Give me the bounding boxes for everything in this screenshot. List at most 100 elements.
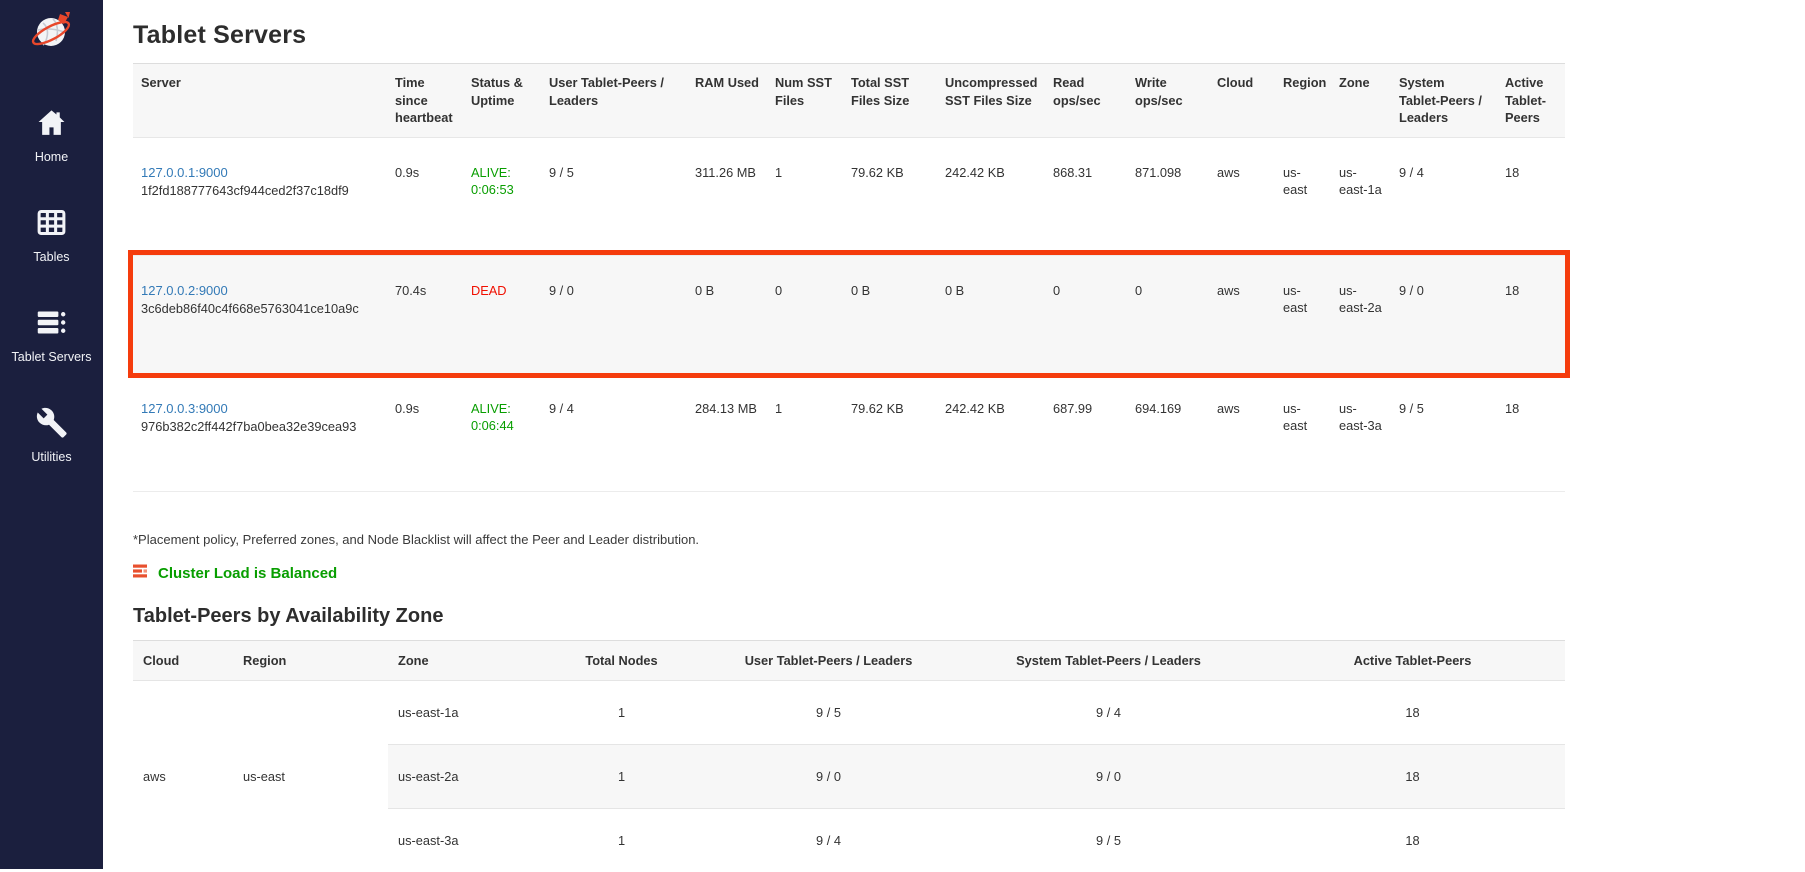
cell-active-peers: 18 xyxy=(1260,808,1565,872)
server-row-3: 127.0.0.3:9000 976b382c2ff442f7ba0bea32e… xyxy=(133,373,1565,491)
cell-ram: 284.13 MB xyxy=(687,373,767,491)
sidebar-item-tables[interactable]: Tables xyxy=(0,206,103,264)
cell-read-ops: 868.31 xyxy=(1045,137,1127,255)
cell-region: us-east xyxy=(233,680,388,872)
cell-total-nodes: 1 xyxy=(543,808,700,872)
cell-ram: 311.26 MB xyxy=(687,137,767,255)
cluster-status-text: Cluster Load is Balanced xyxy=(158,565,337,582)
server-address-link[interactable]: 127.0.0.2:9000 xyxy=(141,283,228,298)
cell-write-ops: 871.098 xyxy=(1127,137,1209,255)
cell-region: us-east xyxy=(1275,255,1331,373)
placement-policy-note: *Placement policy, Preferred zones, and … xyxy=(133,532,1805,547)
cell-heartbeat: 0.9s xyxy=(387,137,463,255)
status-text: ALIVE: xyxy=(471,164,533,182)
server-row-1: 127.0.0.1:9000 1f2fd188777643cf944ced2f3… xyxy=(133,137,1565,255)
cell-heartbeat: 0.9s xyxy=(387,373,463,491)
cell-total-nodes: 1 xyxy=(543,680,700,744)
cell-heartbeat: 70.4s xyxy=(387,255,463,373)
tables-icon xyxy=(35,206,68,244)
server-address-link[interactable]: 127.0.0.1:9000 xyxy=(141,165,228,180)
cell-status: ALIVE: 0:06:44 xyxy=(463,373,541,491)
cell-user-peers: 9 / 5 xyxy=(700,680,957,744)
cell-zone: us-east-3a xyxy=(1331,373,1391,491)
col-active-peers: Active Tablet-Peers xyxy=(1497,64,1565,138)
availability-zone-table: Cloud Region Zone Total Nodes User Table… xyxy=(133,640,1565,872)
yugabyte-logo-icon[interactable] xyxy=(29,8,75,54)
servers-header-row: Server Time since heartbeat Status & Upt… xyxy=(133,64,1565,138)
sidebar-item-label: Tablet Servers xyxy=(12,350,92,364)
sidebar-item-label: Utilities xyxy=(31,450,71,464)
col-ram-used: RAM Used xyxy=(687,64,767,138)
cell-zone: us-east-2a xyxy=(388,744,543,808)
cell-total-nodes: 1 xyxy=(543,744,700,808)
cell-user-peers: 9 / 0 xyxy=(700,744,957,808)
status-text: DEAD xyxy=(471,282,533,300)
cluster-load-status: Cluster Load is Balanced xyxy=(133,564,1805,583)
sidebar-item-tablet-servers[interactable]: Tablet Servers xyxy=(0,306,103,364)
col-status-uptime: Status & Uptime xyxy=(463,64,541,138)
col-region: Region xyxy=(1275,64,1331,138)
cell-num-sst: 1 xyxy=(767,137,843,255)
zone-row-1: aws us-east us-east-1a 1 9 / 5 9 / 4 18 xyxy=(133,680,1565,744)
cell-user-peers: 9 / 5 xyxy=(541,137,687,255)
status-text: ALIVE: xyxy=(471,400,533,418)
col-cloud: Cloud xyxy=(133,640,233,680)
cell-zone: us-east-3a xyxy=(388,808,543,872)
col-active-peers: Active Tablet-Peers xyxy=(1260,640,1565,680)
cell-sst-size: 79.62 KB xyxy=(843,137,937,255)
col-region: Region xyxy=(233,640,388,680)
cell-system-peers: 9 / 4 xyxy=(957,680,1260,744)
cell-zone: us-east-2a xyxy=(1331,255,1391,373)
sidebar: Home Tables Tablet Servers xyxy=(0,0,103,869)
cell-num-sst: 1 xyxy=(767,373,843,491)
col-read-ops: Read ops/sec xyxy=(1045,64,1127,138)
home-icon xyxy=(35,106,68,144)
col-system-peers: System Tablet-Peers / Leaders xyxy=(1391,64,1497,138)
cell-zone: us-east-1a xyxy=(388,680,543,744)
server-address-link[interactable]: 127.0.0.3:9000 xyxy=(141,401,228,416)
cell-cloud: aws xyxy=(1209,255,1275,373)
cell-cloud: aws xyxy=(133,680,233,872)
uptime-text: 0:06:44 xyxy=(471,417,533,435)
server-row-2-dead-highlighted: 127.0.0.2:9000 3c6deb86f40c4f668e5763041… xyxy=(133,255,1565,373)
server-uuid: 3c6deb86f40c4f668e5763041ce10a9c xyxy=(141,300,379,318)
cell-user-peers: 9 / 4 xyxy=(541,373,687,491)
cell-region: us-east xyxy=(1275,137,1331,255)
cell-system-peers: 9 / 5 xyxy=(1391,373,1497,491)
cell-uncompressed-sst: 242.42 KB xyxy=(937,137,1045,255)
tablet-servers-icon xyxy=(35,306,68,344)
col-cloud: Cloud xyxy=(1209,64,1275,138)
col-num-sst: Num SST Files xyxy=(767,64,843,138)
cell-uncompressed-sst: 0 B xyxy=(937,255,1045,373)
cell-active-peers: 18 xyxy=(1260,744,1565,808)
tablet-servers-table: Server Time since heartbeat Status & Upt… xyxy=(133,63,1565,492)
cell-read-ops: 0 xyxy=(1045,255,1127,373)
col-server: Server xyxy=(133,64,387,138)
col-total-nodes: Total Nodes xyxy=(543,640,700,680)
sidebar-item-utilities[interactable]: Utilities xyxy=(0,406,103,464)
cell-read-ops: 687.99 xyxy=(1045,373,1127,491)
page-title: Tablet Servers xyxy=(133,21,1805,50)
cell-system-peers: 9 / 5 xyxy=(957,808,1260,872)
cell-cloud: aws xyxy=(1209,137,1275,255)
server-uuid: 1f2fd188777643cf944ced2f37c18df9 xyxy=(141,182,379,200)
col-zone: Zone xyxy=(388,640,543,680)
cell-zone: us-east-1a xyxy=(1331,137,1391,255)
zones-header-row: Cloud Region Zone Total Nodes User Table… xyxy=(133,640,1565,680)
cell-status: ALIVE: 0:06:53 xyxy=(463,137,541,255)
col-zone: Zone xyxy=(1331,64,1391,138)
cell-system-peers: 9 / 0 xyxy=(957,744,1260,808)
cell-num-sst: 0 xyxy=(767,255,843,373)
col-user-peers: User Tablet-Peers / Leaders xyxy=(541,64,687,138)
server-uuid: 976b382c2ff442f7ba0bea32e39cea93 xyxy=(141,418,379,436)
section-title-tablet-peers-by-az: Tablet-Peers by Availability Zone xyxy=(133,605,1805,628)
cell-region: us-east xyxy=(1275,373,1331,491)
col-uncompressed-sst: Uncompressed SST Files Size xyxy=(937,64,1045,138)
cell-active-peers: 18 xyxy=(1497,373,1565,491)
main-content: Tablet Servers Server Time since heartbe… xyxy=(103,0,1805,869)
cell-server: 127.0.0.2:9000 3c6deb86f40c4f668e5763041… xyxy=(133,255,387,373)
cell-status: DEAD xyxy=(463,255,541,373)
sidebar-item-home[interactable]: Home xyxy=(0,106,103,164)
cell-sst-size: 79.62 KB xyxy=(843,373,937,491)
cell-write-ops: 694.169 xyxy=(1127,373,1209,491)
